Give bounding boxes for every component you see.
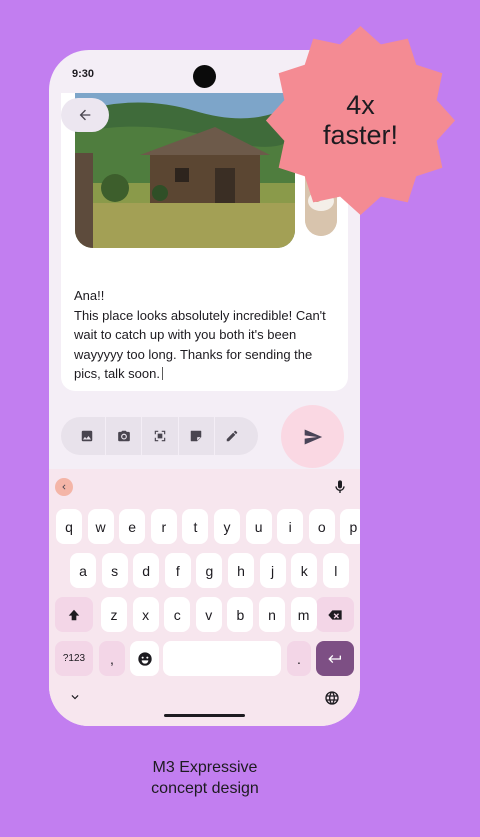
enter-icon [328,654,341,663]
key-p[interactable]: p [340,509,360,544]
badge-line-1: 4x [346,90,375,120]
image-icon [81,430,93,442]
status-time: 9:30 [72,68,95,80]
key-s[interactable]: s [101,553,128,588]
key-f[interactable]: f [164,553,191,588]
sticker-button[interactable] [177,417,214,455]
key-w[interactable]: w [87,509,114,544]
message-line: pics, talk soon. [74,366,160,381]
sticker-icon [190,430,202,442]
key-u[interactable]: u [245,509,272,544]
emoji-icon [137,651,152,666]
chevron-left-icon [62,484,66,490]
handwriting-button[interactable] [213,417,250,455]
period-key[interactable]: . [287,641,311,676]
key-k[interactable]: k [291,553,318,588]
scan-button[interactable] [141,417,177,455]
key-q[interactable]: q [56,509,82,544]
key-l[interactable]: l [322,553,349,588]
backspace-icon [328,609,342,620]
key-a[interactable]: a [70,553,96,588]
key-t[interactable]: t [182,509,209,544]
key-i[interactable]: i [277,509,304,544]
scan-icon [154,430,166,442]
shift-key[interactable] [55,597,93,632]
camera-button[interactable] [105,417,141,455]
badge-line-2: faster! [322,120,399,150]
symbols-key[interactable]: ?123 [55,641,93,676]
message-line: wayyyyy too long. Thanks for sending the [74,346,313,362]
keyboard: ?123 , . qwertyuiop asdfghjkl zxcvbnm [49,469,360,726]
arrow-back-icon [79,109,91,121]
message-input[interactable]: Ana!! This place looks absolutely incred… [61,271,348,391]
key-m[interactable]: m [290,597,317,632]
message-line: This place looks absolutely incredible! … [74,307,326,323]
image-button[interactable] [69,417,105,455]
shift-icon [68,609,80,620]
caption-line-1: M3 Expressive [152,759,258,776]
attachment-toolbar [61,417,258,455]
handwriting-icon [227,430,238,442]
camera-cutout [193,65,216,88]
badge-text: 4x faster! [262,90,459,150]
key-b[interactable]: b [227,597,254,632]
key-x[interactable]: x [132,597,159,632]
key-d[interactable]: d [133,553,160,588]
home-indicator[interactable] [164,714,245,717]
key-r[interactable]: r [150,509,177,544]
mic-icon[interactable] [332,479,348,495]
message-line: wait to catch up with you both it's been [74,327,297,342]
key-z[interactable]: z [101,597,127,632]
emoji-key[interactable] [130,641,159,676]
enter-key[interactable] [316,641,354,676]
send-button[interactable] [281,405,344,468]
caption: M3 Expressive concept design [0,757,410,799]
collapse-toolbar-button[interactable] [55,478,73,496]
keyboard-toolbar [49,469,360,509]
key-j[interactable]: j [259,553,286,588]
key-y[interactable]: y [214,509,240,544]
backspace-key[interactable] [316,597,354,632]
key-e[interactable]: e [119,509,146,544]
comma-key[interactable]: , [99,641,125,676]
camera-icon [117,430,130,442]
chevron-down-icon[interactable] [68,690,82,704]
send-icon [304,429,322,444]
space-key[interactable] [163,641,281,676]
key-h[interactable]: h [228,553,254,588]
key-o[interactable]: o [308,509,335,544]
key-g[interactable]: g [196,553,223,588]
key-v[interactable]: v [195,597,222,632]
key-c[interactable]: c [164,597,191,632]
back-button[interactable] [61,98,109,132]
caption-line-2: concept design [151,780,259,797]
key-n[interactable]: n [259,597,285,632]
text-cursor [162,367,163,380]
message-line: Ana!! [74,288,105,303]
globe-icon[interactable] [324,690,340,706]
